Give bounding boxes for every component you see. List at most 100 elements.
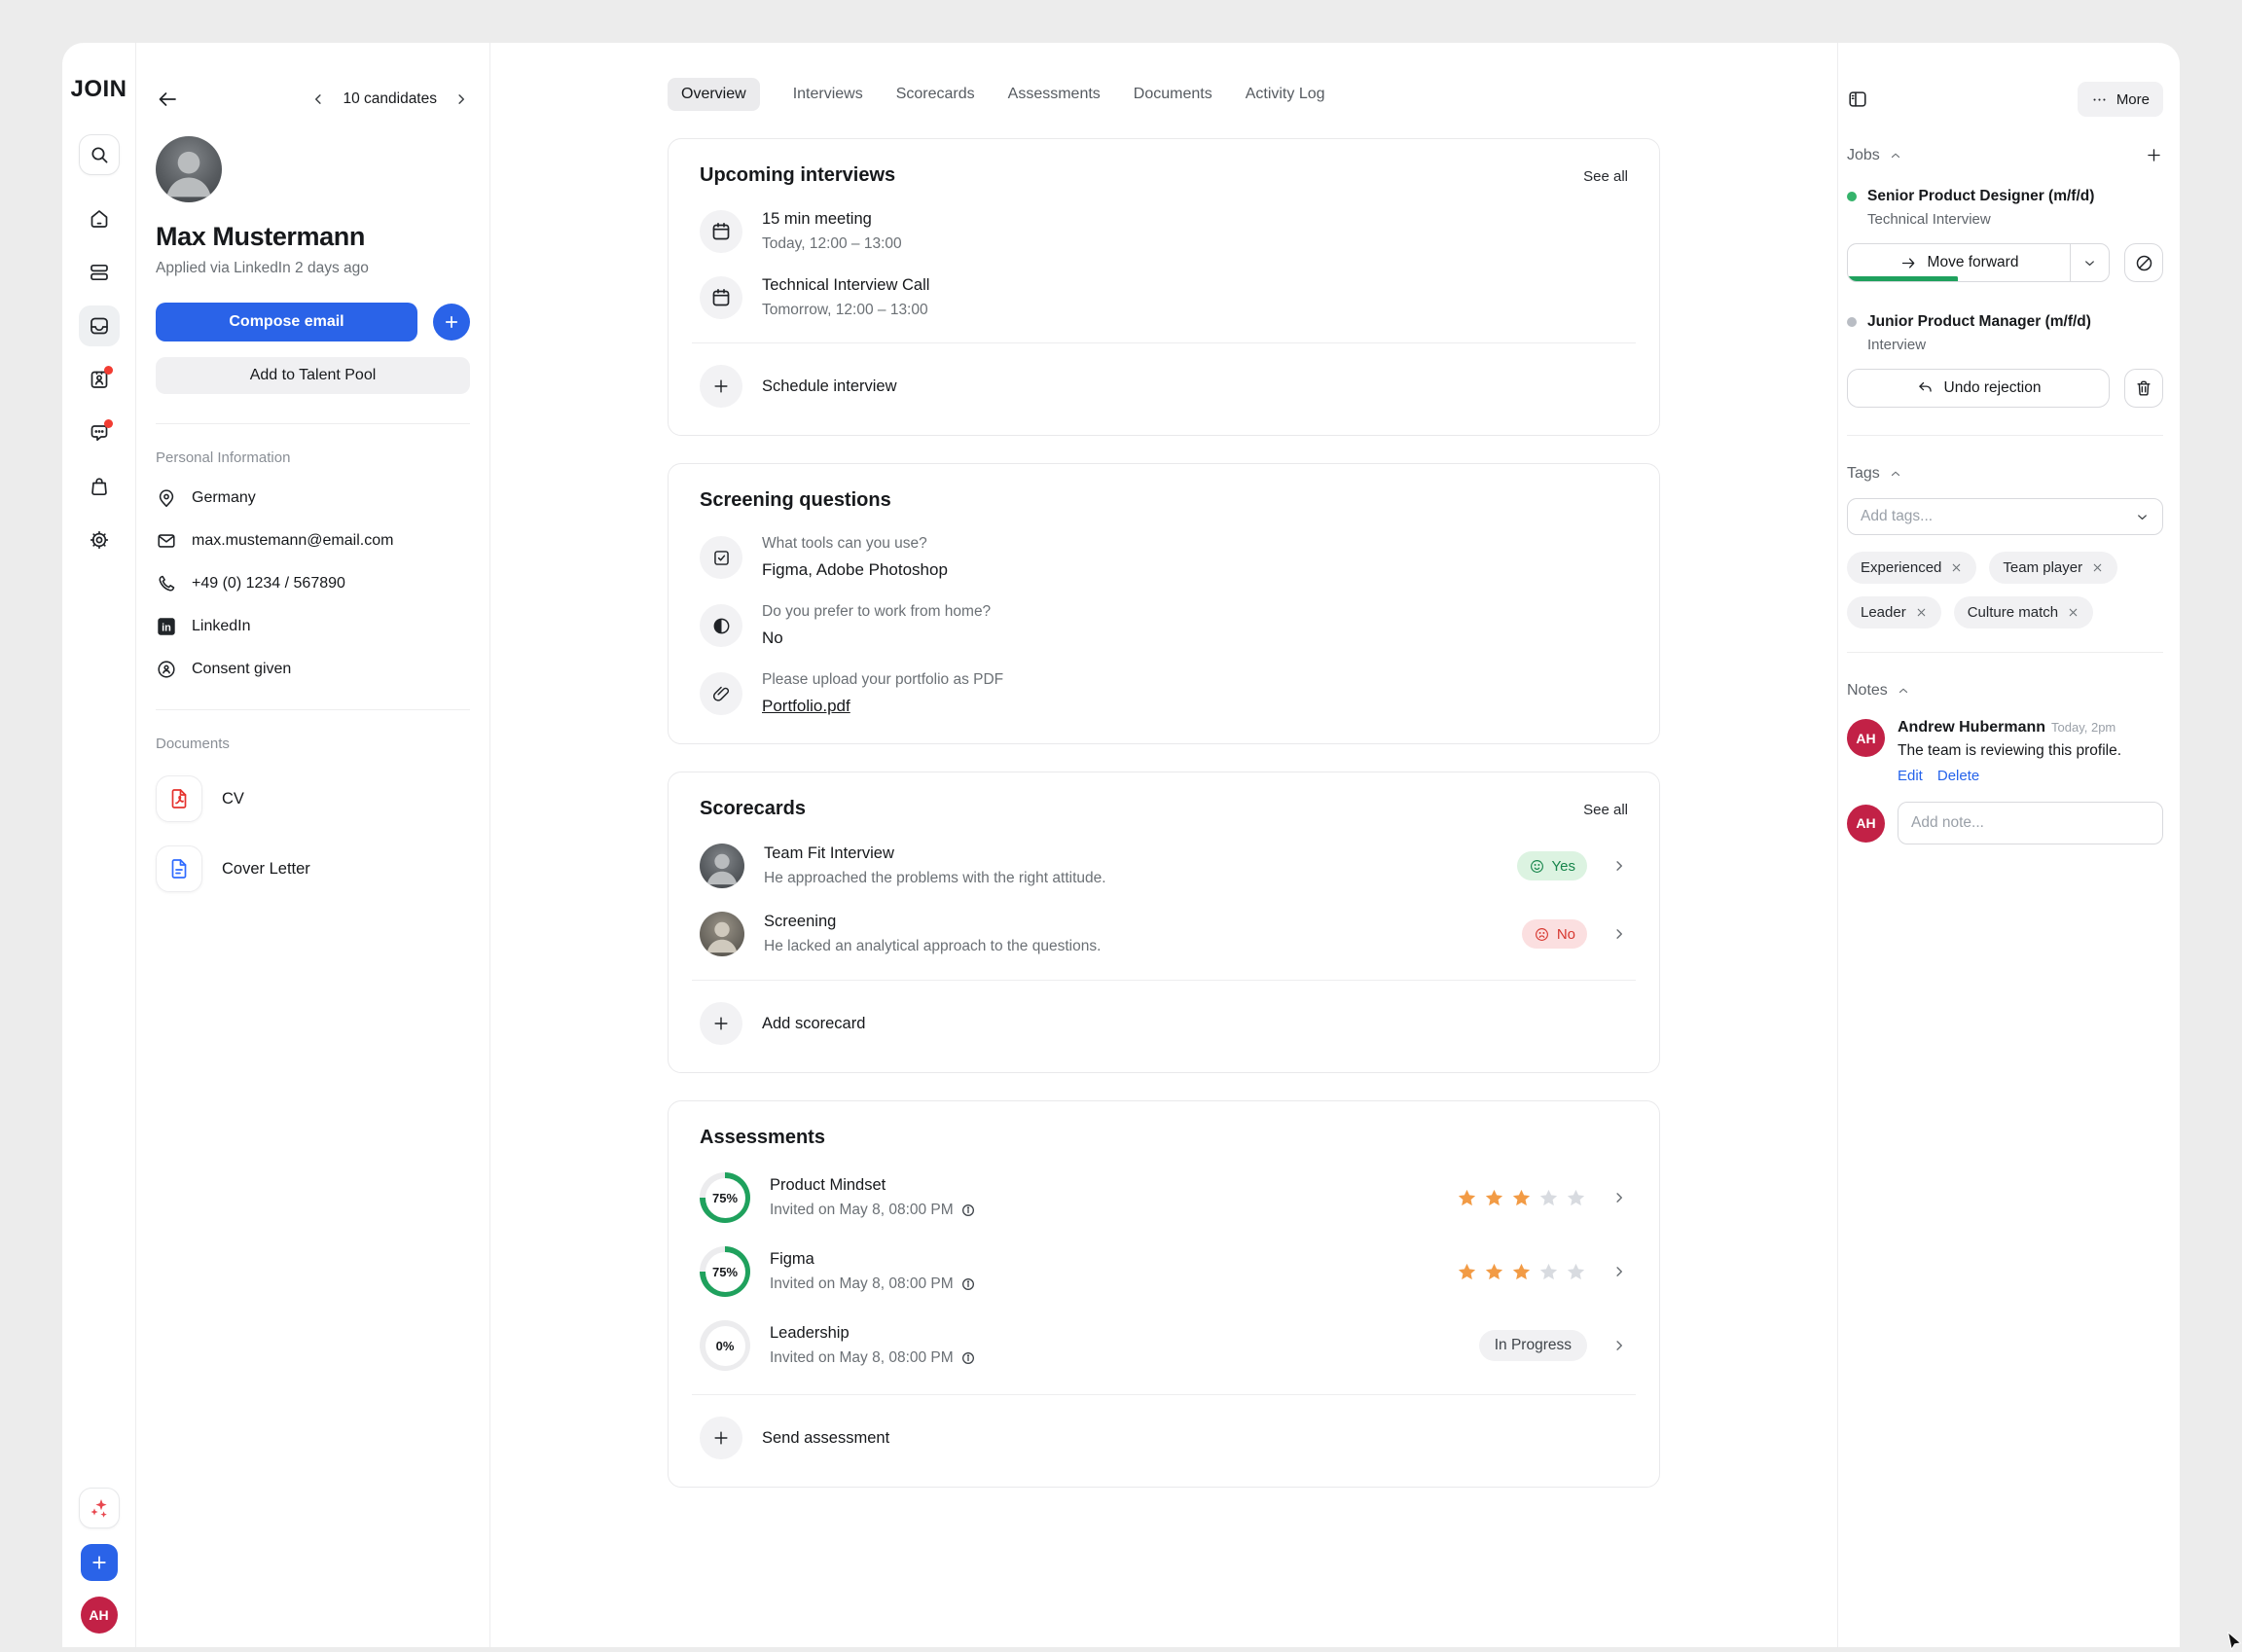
card-title: Upcoming interviews xyxy=(700,164,895,187)
info-icon[interactable] xyxy=(960,1350,976,1366)
tag-chip: Experienced xyxy=(1847,552,1976,584)
sidebar-item-inbox[interactable] xyxy=(79,305,120,346)
add-action-button[interactable] xyxy=(433,304,470,341)
back-button[interactable] xyxy=(156,88,179,111)
sidebar-item-marketplace[interactable] xyxy=(79,466,120,507)
main-content: Overview Interviews Scorecards Assessmen… xyxy=(490,43,1837,1647)
sidebar-item-settings[interactable] xyxy=(79,520,120,560)
tab-overview[interactable]: Overview xyxy=(668,78,760,111)
chevron-left-icon[interactable] xyxy=(309,90,327,108)
tab-scorecards[interactable]: Scorecards xyxy=(896,78,975,111)
star-rating xyxy=(1456,1261,1587,1283)
chevron-up-icon[interactable] xyxy=(1889,467,1902,481)
avatar[interactable]: AH xyxy=(81,1597,118,1634)
chevron-up-icon[interactable] xyxy=(1889,149,1902,162)
interview-item[interactable]: Technical Interview Call Tomorrow, 12:00… xyxy=(700,276,1628,319)
tab-activity-log[interactable]: Activity Log xyxy=(1246,78,1325,111)
sidebar-item-candidates[interactable] xyxy=(79,359,120,400)
assessment-item[interactable]: 75% Figma Invited on May 8, 08:00 PM xyxy=(700,1246,1628,1297)
upcoming-interviews-card: Upcoming interviews See all 15 min meeti… xyxy=(668,138,1660,436)
candidate-linkedin[interactable]: in LinkedIn xyxy=(156,616,470,637)
delete-note-link[interactable]: Delete xyxy=(1937,768,1979,784)
tab-documents[interactable]: Documents xyxy=(1134,78,1212,111)
ai-assistant-button[interactable] xyxy=(79,1488,120,1528)
tab-bar: Overview Interviews Scorecards Assessmen… xyxy=(668,78,1660,111)
tab-interviews[interactable]: Interviews xyxy=(793,78,863,111)
interviewer-avatar xyxy=(700,912,744,956)
stage-dropdown-button[interactable] xyxy=(2070,244,2109,281)
edit-note-link[interactable]: Edit xyxy=(1898,768,1923,784)
sidebar-item-home[interactable] xyxy=(79,198,120,239)
info-icon[interactable] xyxy=(960,1276,976,1292)
close-icon[interactable] xyxy=(2091,561,2104,574)
search-button[interactable] xyxy=(79,134,120,175)
candidate-email[interactable]: max.mustemann@email.com xyxy=(156,530,470,552)
assessment-item[interactable]: 75% Product Mindset Invited on May 8, 08… xyxy=(700,1172,1628,1223)
scorecard-item[interactable]: Team Fit Interview He approached the pro… xyxy=(700,844,1628,888)
chevron-up-icon[interactable] xyxy=(1897,684,1910,698)
close-icon[interactable] xyxy=(1915,606,1928,619)
add-to-talent-pool-button[interactable]: Add to Talent Pool xyxy=(156,357,470,394)
scorecard-item[interactable]: Screening He lacked an analytical approa… xyxy=(700,912,1628,956)
plus-icon xyxy=(700,1417,742,1459)
screening-item: What tools can you use? Figma, Adobe Pho… xyxy=(700,535,1628,580)
chevron-right-icon[interactable] xyxy=(452,90,470,108)
chevron-right-icon[interactable] xyxy=(1610,925,1628,943)
chevron-down-icon[interactable] xyxy=(2135,510,2150,524)
nav-rail: join xyxy=(62,43,136,1647)
gear-icon xyxy=(88,528,111,552)
note-timestamp: Today, 2pm xyxy=(2051,720,2115,735)
more-button[interactable]: More xyxy=(2078,82,2163,117)
schedule-interview-button[interactable]: Schedule interview xyxy=(700,365,1628,408)
verdict-badge-yes: Yes xyxy=(1517,851,1587,880)
see-all-link[interactable]: See all xyxy=(1583,802,1628,818)
chevron-right-icon[interactable] xyxy=(1610,1189,1628,1206)
chevron-right-icon[interactable] xyxy=(1610,857,1628,875)
document-cv[interactable]: CV xyxy=(156,775,470,822)
chevron-right-icon[interactable] xyxy=(1610,1263,1628,1280)
close-icon[interactable] xyxy=(1950,561,1963,574)
add-job-button[interactable] xyxy=(2145,146,2163,164)
send-assessment-button[interactable]: Send assessment xyxy=(700,1417,1628,1459)
tab-assessments[interactable]: Assessments xyxy=(1008,78,1101,111)
checkbox-icon xyxy=(700,536,742,579)
inbox-icon xyxy=(88,314,111,338)
global-add-button[interactable] xyxy=(81,1544,118,1581)
star-icon xyxy=(1565,1261,1587,1283)
phone-icon xyxy=(156,573,177,594)
reject-button[interactable] xyxy=(2124,243,2163,282)
portfolio-link[interactable]: Portfolio.pdf xyxy=(762,697,1003,716)
move-forward-button[interactable]: Move forward xyxy=(1847,243,2110,282)
add-scorecard-button[interactable]: Add scorecard xyxy=(700,1002,1628,1045)
close-icon[interactable] xyxy=(2067,606,2079,619)
add-tags-input[interactable]: Add tags... xyxy=(1847,498,2163,535)
sidebar-item-jobs[interactable] xyxy=(79,252,120,293)
interview-item[interactable]: 15 min meeting Today, 12:00 – 13:00 xyxy=(700,210,1628,253)
divider xyxy=(692,980,1636,981)
sidebar-item-messages[interactable] xyxy=(79,413,120,453)
see-all-link[interactable]: See all xyxy=(1583,168,1628,185)
star-icon xyxy=(1456,1187,1478,1209)
add-note-input[interactable]: Add note... xyxy=(1898,802,2163,844)
chevron-right-icon[interactable] xyxy=(1610,1337,1628,1354)
delete-job-button[interactable] xyxy=(2124,369,2163,408)
tags-section-header: Tags xyxy=(1847,465,2163,483)
job-item: Senior Product Designer (m/f/d) Technica… xyxy=(1847,188,2163,282)
avatar: AH xyxy=(1847,805,1885,843)
notes-section-header: Notes xyxy=(1847,682,2163,700)
card-title: Scorecards xyxy=(700,798,806,820)
panel-toggle-icon[interactable] xyxy=(1847,89,1868,110)
mouse-cursor xyxy=(2224,1631,2242,1652)
info-icon[interactable] xyxy=(960,1203,976,1218)
star-icon xyxy=(1537,1187,1560,1209)
compose-email-button[interactable]: Compose email xyxy=(156,303,417,341)
assessment-item[interactable]: 0% Leadership Invited on May 8, 08:00 PM… xyxy=(700,1320,1628,1371)
screening-item: Please upload your portfolio as PDF Port… xyxy=(700,671,1628,716)
app-window: join xyxy=(62,43,2180,1647)
candidate-phone[interactable]: +49 (0) 1234 / 567890 xyxy=(156,573,470,594)
divider xyxy=(1847,435,2163,436)
undo-rejection-button[interactable]: Undo rejection xyxy=(1847,369,2110,408)
calendar-icon xyxy=(700,210,742,253)
job-status-dot xyxy=(1847,192,1857,201)
document-cover-letter[interactable]: Cover Letter xyxy=(156,845,470,892)
